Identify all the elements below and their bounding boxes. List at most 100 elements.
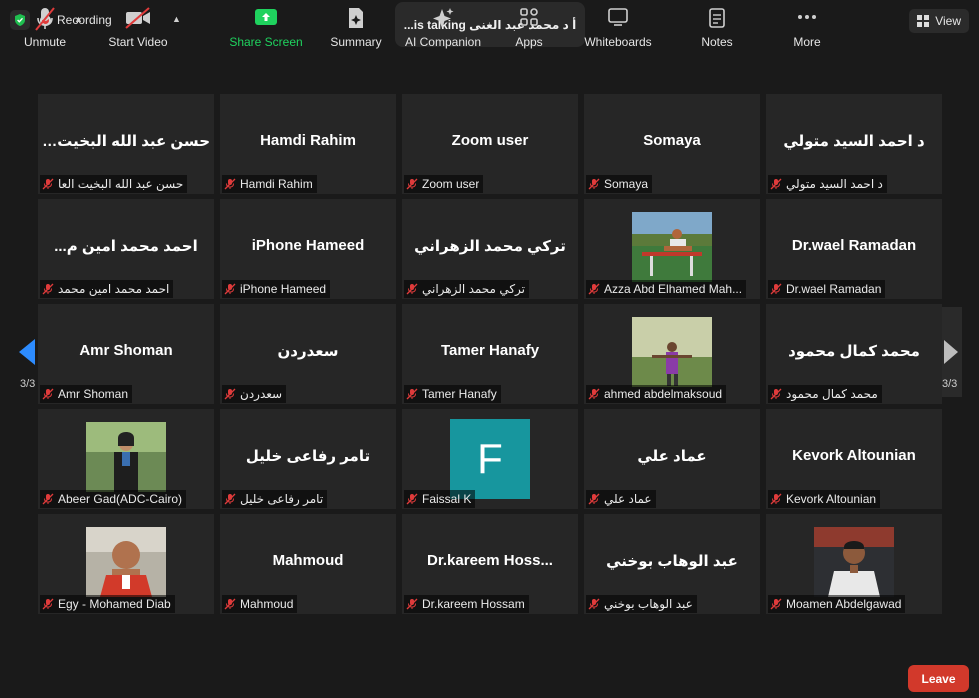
mic-muted-icon bbox=[406, 178, 418, 190]
participant-tile[interactable]: Amr Shoman Amr Shoman bbox=[38, 304, 214, 404]
participant-name-text: Somaya bbox=[604, 177, 649, 191]
participant-name-text: Kevork Altounian bbox=[786, 492, 877, 506]
share-screen-icon bbox=[255, 9, 277, 25]
participant-display-name: سعدردن bbox=[277, 343, 339, 360]
participant-tile[interactable]: محمد كمال محمود محمد كمال محمود bbox=[766, 304, 942, 404]
view-button[interactable]: View bbox=[909, 9, 969, 33]
participant-tile[interactable]: ahmed abdelmaksoud bbox=[584, 304, 760, 404]
participant-video-thumbnail bbox=[86, 527, 166, 597]
share-screen-label: Share Screen bbox=[229, 35, 303, 49]
arrow-right-icon bbox=[944, 340, 958, 364]
participant-display-name: Amr Shoman bbox=[79, 342, 173, 359]
participant-name-text: Azza Abd Elhamed Mah... bbox=[604, 282, 743, 296]
mic-muted-icon bbox=[42, 598, 54, 610]
whiteboards-button[interactable]: Whiteboards bbox=[584, 0, 652, 49]
mic-muted-icon bbox=[770, 283, 782, 295]
participant-name-label: Hamdi Rahim bbox=[222, 175, 317, 193]
participant-display-name: Hamdi Rahim bbox=[260, 132, 356, 149]
participant-tile[interactable]: Dr.kareem Hoss... Dr.kareem Hossam bbox=[402, 514, 578, 614]
participant-name-text: احمد محمد امين محمد bbox=[58, 282, 170, 296]
mic-muted-icon bbox=[588, 283, 600, 295]
participant-name-label: ahmed abdelmaksoud bbox=[586, 385, 727, 403]
participant-tile[interactable]: Moamen Abdelgawad bbox=[766, 514, 942, 614]
notes-button[interactable]: Notes bbox=[700, 0, 734, 49]
participant-name-text: Mahmoud bbox=[240, 597, 294, 611]
participant-name-text: Dr.wael Ramadan bbox=[786, 282, 882, 296]
mic-muted-icon bbox=[588, 178, 600, 190]
participant-gallery: حسن عبد الله البخيت العا... حسن عبد الله … bbox=[38, 94, 942, 614]
participant-tile[interactable]: Kevork Altounian Kevork Altounian bbox=[766, 409, 942, 509]
participant-name-text: محمد كمال محمود bbox=[786, 387, 878, 401]
participant-tile[interactable]: احمد محمد امين م... احمد محمد امين محمد bbox=[38, 199, 214, 299]
participant-name-label: Zoom user bbox=[404, 175, 484, 193]
participant-display-name: محمد كمال محمود bbox=[788, 343, 920, 360]
participant-tile[interactable]: Egy - Mohamed Diab bbox=[38, 514, 214, 614]
participant-name-text: Moamen Abdelgawad bbox=[786, 597, 902, 611]
participant-name-text: عبد الوهاب بوخني bbox=[604, 597, 693, 611]
mic-muted-icon bbox=[42, 493, 54, 505]
participant-tile[interactable]: F Faissal K bbox=[402, 409, 578, 509]
participant-video-thumbnail bbox=[632, 212, 712, 282]
summary-button[interactable]: Summary bbox=[329, 0, 383, 49]
leave-button[interactable]: Leave bbox=[908, 665, 969, 692]
more-button[interactable]: More bbox=[792, 0, 822, 49]
microphone-muted-icon bbox=[35, 7, 55, 31]
participant-name-label: Tamer Hanafy bbox=[404, 385, 501, 403]
participant-tile[interactable]: تامر رفاعى خليل تامر رفاعى خليل bbox=[220, 409, 396, 509]
participant-tile[interactable]: سعدردن سعدردن bbox=[220, 304, 396, 404]
mic-muted-icon bbox=[770, 493, 782, 505]
mic-muted-icon bbox=[588, 388, 600, 400]
participant-video-thumbnail bbox=[86, 422, 166, 492]
participant-tile[interactable]: Abeer Gad(ADC-Cairo) bbox=[38, 409, 214, 509]
mic-muted-icon bbox=[224, 598, 236, 610]
apps-icon bbox=[520, 8, 538, 26]
participant-display-name: عبد الوهاب بوخني bbox=[606, 553, 738, 570]
mic-muted-icon bbox=[224, 283, 236, 295]
participant-name-text: Tamer Hanafy bbox=[422, 387, 497, 401]
participant-tile[interactable]: Tamer Hanafy Tamer Hanafy bbox=[402, 304, 578, 404]
participant-name-text: سعدردن bbox=[240, 387, 283, 401]
mic-muted-icon bbox=[770, 598, 782, 610]
participant-name-text: Hamdi Rahim bbox=[240, 177, 313, 191]
notes-icon bbox=[709, 8, 725, 28]
unmute-button[interactable]: Unmute bbox=[22, 0, 68, 49]
participant-tile[interactable]: حسن عبد الله البخيت العا... حسن عبد الله … bbox=[38, 94, 214, 194]
participant-name-text: Abeer Gad(ADC-Cairo) bbox=[58, 492, 183, 506]
participant-tile[interactable]: iPhone Hameed iPhone Hameed bbox=[220, 199, 396, 299]
view-label: View bbox=[935, 14, 961, 28]
participant-tile[interactable]: Zoom user Zoom user bbox=[402, 94, 578, 194]
participant-name-label: Moamen Abdelgawad bbox=[768, 595, 906, 613]
participant-tile[interactable]: عبد الوهاب بوخني عبد الوهاب بوخني bbox=[584, 514, 760, 614]
notes-label: Notes bbox=[701, 35, 733, 49]
whiteboards-label: Whiteboards bbox=[584, 35, 652, 49]
participant-name-label: حسن عبد الله البخيت العا bbox=[40, 175, 188, 193]
participant-tile[interactable]: Somaya Somaya bbox=[584, 94, 760, 194]
ai-companion-label: AI Companion bbox=[404, 35, 482, 49]
audio-options-chevron-icon[interactable]: ▲ bbox=[74, 14, 83, 24]
video-options-chevron-icon[interactable]: ▲ bbox=[172, 14, 181, 24]
participant-name-label: محمد كمال محمود bbox=[768, 385, 882, 403]
mic-muted-icon bbox=[224, 493, 236, 505]
participant-display-name: iPhone Hameed bbox=[251, 237, 365, 254]
participant-tile[interactable]: Dr.wael Ramadan Dr.wael Ramadan bbox=[766, 199, 942, 299]
participant-tile[interactable]: عماد علي عماد علي bbox=[584, 409, 760, 509]
participant-name-text: Zoom user bbox=[422, 177, 480, 191]
participant-display-name: احمد محمد امين م... bbox=[54, 238, 198, 255]
participant-tile[interactable]: تركي محمد الزهراني تركي محمد الزهراني bbox=[402, 199, 578, 299]
apps-button[interactable]: Apps bbox=[512, 0, 546, 49]
participant-name-text: عماد علي bbox=[604, 492, 652, 506]
participant-tile[interactable]: Azza Abd Elhamed Mah... bbox=[584, 199, 760, 299]
participant-name-label: سعدردن bbox=[222, 385, 287, 403]
share-screen-button[interactable]: Share Screen bbox=[229, 0, 303, 49]
participant-tile[interactable]: Mahmoud Mahmoud bbox=[220, 514, 396, 614]
participant-display-name: حسن عبد الله البخيت العا... bbox=[42, 133, 210, 150]
start-video-button[interactable]: Start Video bbox=[108, 0, 168, 49]
participant-name-text: Egy - Mohamed Diab bbox=[58, 597, 171, 611]
ai-companion-button[interactable]: AI Companion bbox=[404, 0, 482, 49]
mic-muted-icon bbox=[224, 388, 236, 400]
participant-display-name: تركي محمد الزهراني bbox=[414, 238, 566, 255]
participant-tile[interactable]: Hamdi Rahim Hamdi Rahim bbox=[220, 94, 396, 194]
participant-display-name: Tamer Hanafy bbox=[440, 342, 540, 359]
participant-display-name: Mahmoud bbox=[272, 552, 344, 569]
participant-tile[interactable]: د احمد السيد متولي د احمد السيد متولي bbox=[766, 94, 942, 194]
